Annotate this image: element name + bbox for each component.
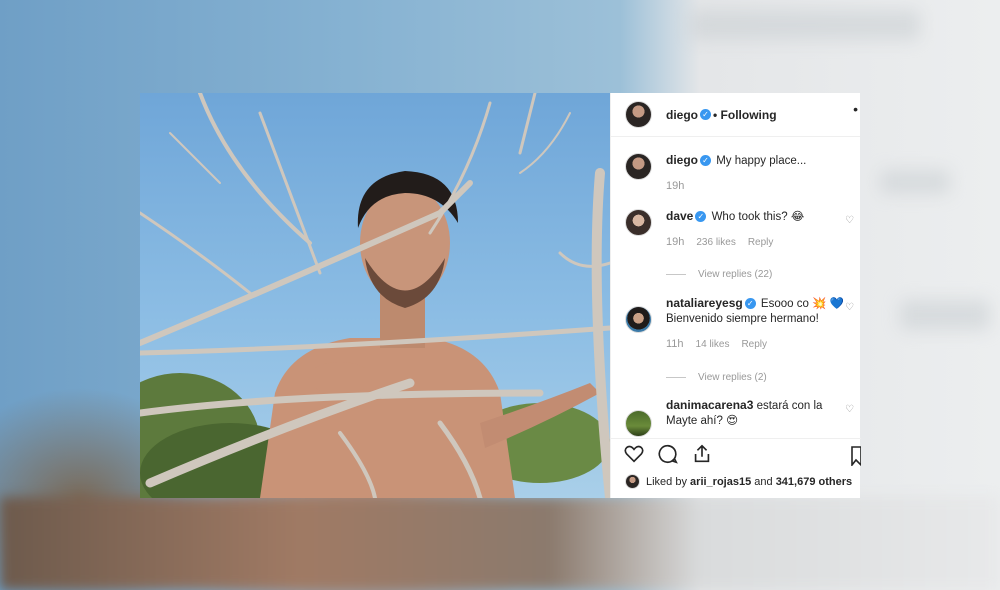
comment-username[interactable]: danimacarena3	[666, 398, 753, 412]
view-replies-toggle[interactable]: View replies (2)	[666, 372, 767, 383]
following-status[interactable]: • Following	[713, 108, 777, 122]
view-replies-label[interactable]: View replies (2)	[698, 372, 767, 383]
comment-item: nataliareyesg ✓ Esooo co 💥 💙 Bienvenido s…	[625, 296, 857, 352]
caption-item: diego ✓ My happy place... 19h	[625, 153, 857, 194]
backdrop-ghost-row	[900, 300, 990, 330]
post-header: diego ✓ • Following •	[611, 93, 860, 137]
comment-item: danimacarena3 estará con la Mayte ahí? 😍…	[625, 398, 857, 437]
caption-text: My happy place...	[716, 155, 807, 167]
comment-time[interactable]: 19h	[666, 235, 684, 250]
more-dots-icon[interactable]: •	[853, 101, 858, 117]
bookmark-icon[interactable]	[851, 446, 861, 466]
comment-heart-icon[interactable]: ♡	[845, 215, 855, 226]
caption-time[interactable]: 19h	[666, 179, 684, 194]
comment-reply-button[interactable]: Reply	[741, 337, 767, 352]
comment-heart-icon[interactable]: ♡	[845, 404, 855, 415]
comment-reply-button[interactable]: Reply	[748, 235, 774, 250]
comment-likes[interactable]: 236 likes	[696, 235, 735, 250]
author-avatar[interactable]	[625, 101, 652, 128]
liked-by-prefix: Liked by	[646, 475, 687, 488]
action-bar	[611, 438, 861, 468]
backdrop-ghost-row	[880, 170, 950, 194]
liked-by-text[interactable]: Liked by arii_rojas15 and 341,679 others	[646, 476, 852, 488]
share-icon[interactable]	[691, 443, 713, 465]
commenter-avatar[interactable]	[625, 209, 652, 236]
post-sidebar: diego ✓ • Following • diego ✓ My happy pl…	[610, 93, 861, 498]
comment-username[interactable]: dave	[666, 209, 693, 223]
commenter-avatar[interactable]	[625, 410, 652, 437]
liked-by-row: Liked by arii_rojas15 and 341,679 others	[625, 474, 852, 489]
backdrop-band	[0, 497, 1000, 590]
comment-item: dave ✓ Who took this? 😂 19h 236 likes Rep…	[625, 209, 857, 250]
commenter-avatar[interactable]	[625, 306, 652, 333]
verified-badge-icon: ✓	[700, 109, 711, 120]
liker-avatar[interactable]	[625, 474, 640, 489]
author-username[interactable]: diego	[666, 108, 698, 122]
liked-by-count[interactable]: 341,679 others	[776, 476, 852, 488]
view-replies-toggle[interactable]: View replies (22)	[666, 269, 772, 280]
comment-likes[interactable]: 14 likes	[696, 337, 730, 352]
comments-list: diego ✓ My happy place... 19h dave ✓ Who t…	[611, 137, 861, 437]
view-replies-label[interactable]: View replies (22)	[698, 269, 772, 280]
post-photo[interactable]	[140, 93, 610, 498]
verified-badge-icon: ✓	[700, 155, 711, 167]
photo-illustration	[140, 93, 610, 498]
replies-line	[666, 274, 686, 275]
comment-text: Who took this? 😂	[711, 211, 805, 223]
liked-by-user[interactable]: arii_rojas15	[690, 476, 751, 488]
verified-badge-icon: ✓	[695, 211, 707, 223]
comment-username[interactable]: nataliareyesg	[666, 296, 743, 310]
verified-badge-icon: ✓	[744, 298, 756, 310]
liked-by-middle: and	[754, 475, 773, 488]
caption-username[interactable]: diego	[666, 153, 698, 167]
instagram-post-card: diego ✓ • Following • diego ✓ My happy pl…	[140, 93, 861, 498]
comment-bubble-icon[interactable]	[657, 443, 679, 465]
backdrop-ghost-header	[690, 10, 920, 40]
comment-time[interactable]: 11h	[666, 337, 684, 352]
replies-line	[666, 377, 686, 378]
comment-heart-icon[interactable]: ♡	[845, 302, 855, 313]
author-avatar[interactable]	[625, 153, 652, 180]
heart-icon[interactable]	[623, 443, 645, 465]
